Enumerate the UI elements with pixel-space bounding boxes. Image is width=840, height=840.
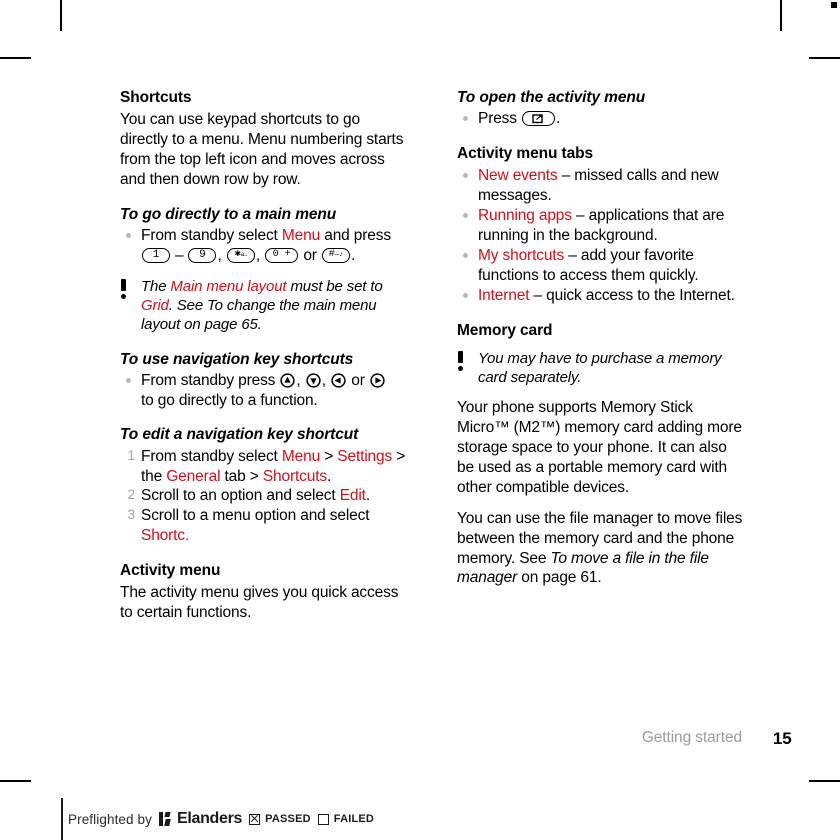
bullet-dot-icon [463, 213, 468, 218]
left-column: Shortcuts You can use keypad shortcuts t… [120, 88, 410, 623]
note-memory-card: You may have to purchase a memory card s… [457, 349, 747, 388]
heading-activity-menu: Activity menu [120, 562, 221, 580]
heading-activity-menu-tabs: Activity menu tabs [457, 145, 594, 163]
procedure-step-3: 3 Scroll to a menu option and select Sho… [120, 506, 410, 546]
link-internet[interactable]: Internet [478, 287, 530, 304]
passed-label: PASSED [265, 813, 311, 825]
link-shortc[interactable]: Shortc. [141, 527, 189, 544]
keycap-0: 0 + [265, 247, 299, 263]
keycap-star: ✱a→ [226, 247, 255, 263]
elanders-logo-icon [158, 812, 171, 826]
step-number: 3 [127, 506, 135, 523]
bullet-dot-icon [126, 377, 131, 383]
link-settings[interactable]: Settings [337, 448, 392, 465]
procedure-go-directly: From standby select Menu and press 1–9, … [120, 226, 410, 266]
activity-tab-item: Running apps – applications that are run… [457, 206, 747, 246]
link-general[interactable]: General [166, 468, 220, 485]
link-grid[interactable]: Grid [141, 297, 169, 314]
passed-checkbox[interactable] [249, 813, 261, 825]
go-directly-text-before: From standby select [141, 226, 282, 244]
page-footer: Getting started 15 [641, 729, 792, 748]
preflight-label: Preflighted by [68, 811, 152, 827]
link-new-events[interactable]: New events [478, 167, 558, 184]
nav-text-after: to go directly to a function. [141, 391, 318, 409]
nav-up-key-icon [280, 373, 296, 388]
heading-use-navigation-key-shortcuts: To use navigation key shortcuts [120, 350, 354, 368]
keycap-hash: #—♪ [321, 247, 350, 263]
activity-tab-item: Internet – quick access to the Internet. [457, 286, 747, 306]
keycap-9: 9 [188, 247, 217, 263]
go-directly-text-after: and press [320, 226, 391, 244]
procedure-step-2: 2 Scroll to an option and select Edit. [120, 486, 410, 506]
keycap-1: 1 [142, 247, 170, 263]
exclamation-icon [120, 278, 128, 301]
procedure-open-activity-menu: Press . [457, 109, 747, 129]
heading-go-directly-to-main-menu: To go directly to a main menu [120, 205, 337, 223]
link-my-shortcuts[interactable]: My shortcuts [478, 247, 564, 264]
procedure-step-1: 1 From standby select Menu > Settings > … [120, 447, 410, 487]
bullet-dot-icon [463, 252, 468, 258]
bullet-dot-icon [126, 232, 131, 238]
preflight-failed: FAILED [317, 813, 375, 825]
nav-text-before: From standby press [141, 371, 280, 389]
bullet-dot-icon [463, 292, 468, 298]
manual-page: Shortcuts You can use keypad shortcuts t… [0, 0, 840, 840]
bullet-dot-icon [463, 116, 468, 122]
nav-or: or [351, 371, 365, 389]
preflight-passed: PASSED [249, 813, 311, 825]
nav-right-key-icon [370, 373, 385, 388]
preflight-divider [61, 798, 63, 840]
keycap-dash: – [175, 246, 184, 264]
activity-menu-text: The activity menu gives you quick access… [120, 584, 399, 622]
link-menu[interactable]: Menu [282, 448, 320, 465]
preflight-stamp: Preflighted by Elanders PASSED FAILED [61, 798, 374, 840]
activity-menu-key-icon [522, 111, 556, 127]
link-shortcuts[interactable]: Shortcuts [263, 468, 327, 485]
elanders-brand-name: Elanders [176, 810, 243, 827]
heading-shortcuts: Shortcuts [120, 89, 192, 106]
failed-label: FAILED [333, 813, 375, 825]
go-directly-or: or [303, 246, 317, 264]
go-directly-period: . [350, 246, 356, 264]
right-column: To open the activity menu Press . Activi… [457, 88, 747, 588]
activity-tab-item: My shortcuts – add your favorite functio… [457, 246, 747, 286]
heading-open-activity-menu: To open the activity menu [457, 89, 646, 106]
note-main-menu-layout: The Main menu layout must be set to Grid… [120, 277, 410, 335]
open-activity-text-after: . [556, 110, 561, 128]
nav-down-key-icon [306, 373, 321, 388]
activity-tab-item: New events – missed calls and new messag… [457, 166, 747, 206]
shortcuts-intro-text: You can use keypad shortcuts to go direc… [120, 111, 404, 188]
nav-left-key-icon [331, 373, 346, 388]
failed-checkbox[interactable] [317, 813, 329, 825]
heading-edit-navigation-key-shortcut: To edit a navigation key shortcut [120, 426, 359, 444]
step-number: 1 [127, 446, 135, 463]
link-main-menu-layout[interactable]: Main menu layout [170, 278, 286, 295]
note-text: The Main menu layout must be set to Grid… [141, 277, 383, 334]
link-menu[interactable]: Menu [282, 227, 320, 244]
open-activity-text-before: Press [478, 110, 522, 128]
footer-section-label: Getting started [641, 729, 742, 746]
procedure-nav-shortcuts: From standby press , , or to go directly… [120, 371, 410, 411]
memory-card-paragraph-1: Your phone supports Memory Stick Micro™ … [457, 399, 742, 496]
heading-memory-card: Memory card [457, 321, 553, 339]
link-edit[interactable]: Edit [340, 487, 366, 504]
note-text: You may have to purchase a memory card s… [478, 349, 722, 386]
bullet-dot-icon [463, 173, 468, 179]
memory-card-paragraph-2: You can use the file manager to move fil… [457, 509, 743, 587]
step-number: 2 [127, 486, 135, 503]
link-running-apps[interactable]: Running apps [478, 207, 572, 224]
exclamation-icon [457, 350, 465, 373]
footer-page-number: 15 [772, 729, 792, 748]
